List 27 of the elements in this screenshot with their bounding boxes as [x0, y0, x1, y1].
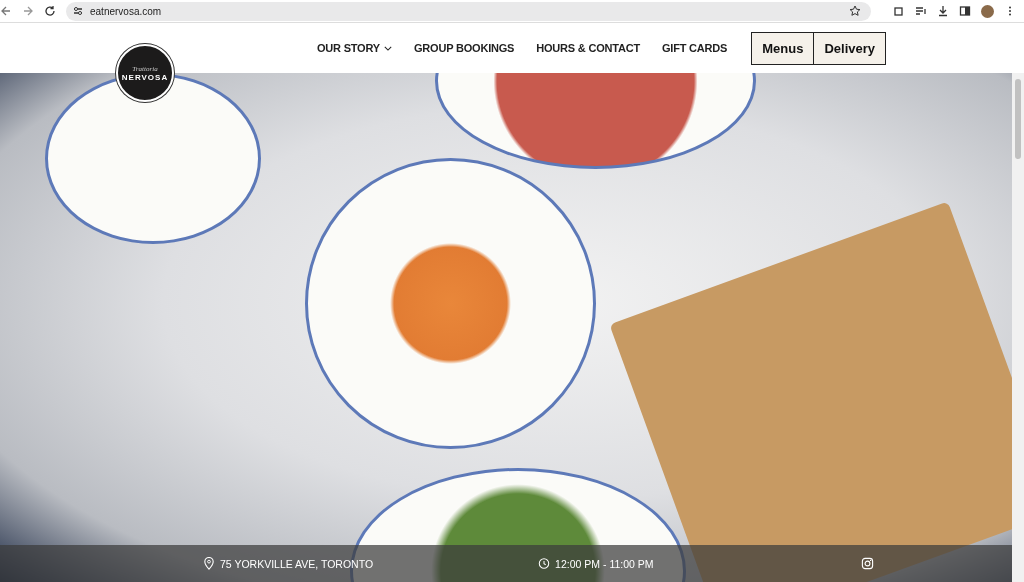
clock-icon: [538, 557, 551, 570]
url-text: eatnervosa.com: [90, 5, 163, 17]
nav-link[interactable]: GIFT CARDS: [662, 42, 728, 54]
chevron-down-icon: [383, 45, 392, 51]
nav-link[interactable]: OUR STORY: [316, 42, 392, 54]
reload-icon[interactable]: [44, 5, 56, 17]
scrollbar[interactable]: [1012, 73, 1024, 582]
hours-text: 12:00 PM - 11:00 PM: [555, 557, 654, 570]
address-text: 75 YORKVILLE AVE, TORONTO: [220, 557, 374, 570]
header-button[interactable]: Delivery: [813, 32, 885, 64]
side-panel-icon[interactable]: [959, 5, 971, 17]
location-pin-icon: [203, 557, 215, 570]
nav-link[interactable]: HOURS & CONTACT: [536, 42, 640, 54]
forward-icon[interactable]: [22, 5, 34, 17]
instagram-icon[interactable]: [860, 557, 874, 570]
scrollbar-thumb[interactable]: [1015, 79, 1021, 159]
profile-avatar[interactable]: [981, 4, 994, 18]
download-icon[interactable]: [937, 5, 949, 17]
address-bar[interactable]: eatnervosa.com: [66, 1, 871, 21]
site-settings-icon[interactable]: [72, 5, 84, 17]
bookmark-star-icon[interactable]: [849, 5, 861, 17]
media-icon[interactable]: [915, 5, 927, 17]
extensions-icon[interactable]: [893, 5, 905, 17]
back-icon[interactable]: [0, 5, 12, 17]
header-button[interactable]: Menus: [752, 32, 814, 64]
logo-name-text: NERVOSA: [121, 72, 169, 82]
nav-link[interactable]: GROUP BOOKINGS: [413, 42, 515, 54]
